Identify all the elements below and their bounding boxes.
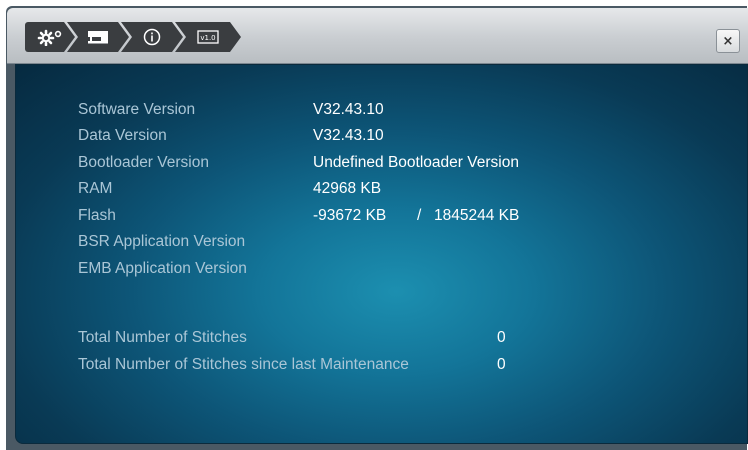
info-icon xyxy=(143,28,161,46)
gear-icon xyxy=(37,28,63,46)
info-row-software-version: Software Version V32.43.10 xyxy=(78,99,384,121)
software-version-value: V32.43.10 xyxy=(313,101,384,118)
crumb-version[interactable]: v1.0 xyxy=(175,22,241,52)
bsr-version-label: BSR Application Version xyxy=(78,233,246,250)
stitch-row-since-maintenance: Total Number of Stitches since last Main… xyxy=(78,354,506,376)
total-stitches-value: 0 xyxy=(497,329,506,346)
title-bar: v1.0 × xyxy=(7,8,748,64)
info-row-bootloader-version: Bootloader Version Undefined Bootloader … xyxy=(78,152,519,174)
crumb-info[interactable] xyxy=(121,22,183,52)
stitches-since-maintenance-value: 0 xyxy=(497,356,506,373)
version-icon: v1.0 xyxy=(197,30,219,44)
flash-used-value: -93672 KB xyxy=(313,207,387,224)
info-row-bsr-version: BSR Application Version xyxy=(78,231,245,253)
info-row-emb-version: EMB Application Version xyxy=(78,258,247,280)
info-row-ram: RAM 42968 KB xyxy=(78,178,381,200)
version-icon-label: v1.0 xyxy=(200,34,215,42)
flash-label: Flash xyxy=(78,207,116,224)
info-row-flash: Flash -93672 KB / 1845244 KB xyxy=(78,205,519,227)
data-version-value: V32.43.10 xyxy=(313,127,384,144)
info-row-data-version: Data Version V32.43.10 xyxy=(78,125,384,147)
ram-value: 42968 KB xyxy=(313,180,382,197)
crumb-settings[interactable] xyxy=(25,22,75,52)
flash-separator: / xyxy=(417,207,422,224)
ram-label: RAM xyxy=(78,180,113,197)
stitches-since-maintenance-label: Total Number of Stitches since last Main… xyxy=(78,356,409,373)
total-stitches-label: Total Number of Stitches xyxy=(78,329,247,346)
info-panel: Software Version V32.43.10 Data Version … xyxy=(15,64,748,444)
data-version-label: Data Version xyxy=(78,127,167,144)
stitch-row-total: Total Number of Stitches 0 xyxy=(78,327,506,349)
close-button[interactable]: × xyxy=(716,29,740,53)
bootloader-version-value: Undefined Bootloader Version xyxy=(313,154,519,171)
software-version-label: Software Version xyxy=(78,101,196,118)
bootloader-version-label: Bootloader Version xyxy=(78,154,209,171)
crumb-machine[interactable] xyxy=(67,22,129,52)
emb-version-label: EMB Application Version xyxy=(78,260,247,277)
machine-icon xyxy=(86,29,110,45)
flash-total-value: 1845244 KB xyxy=(434,207,520,224)
